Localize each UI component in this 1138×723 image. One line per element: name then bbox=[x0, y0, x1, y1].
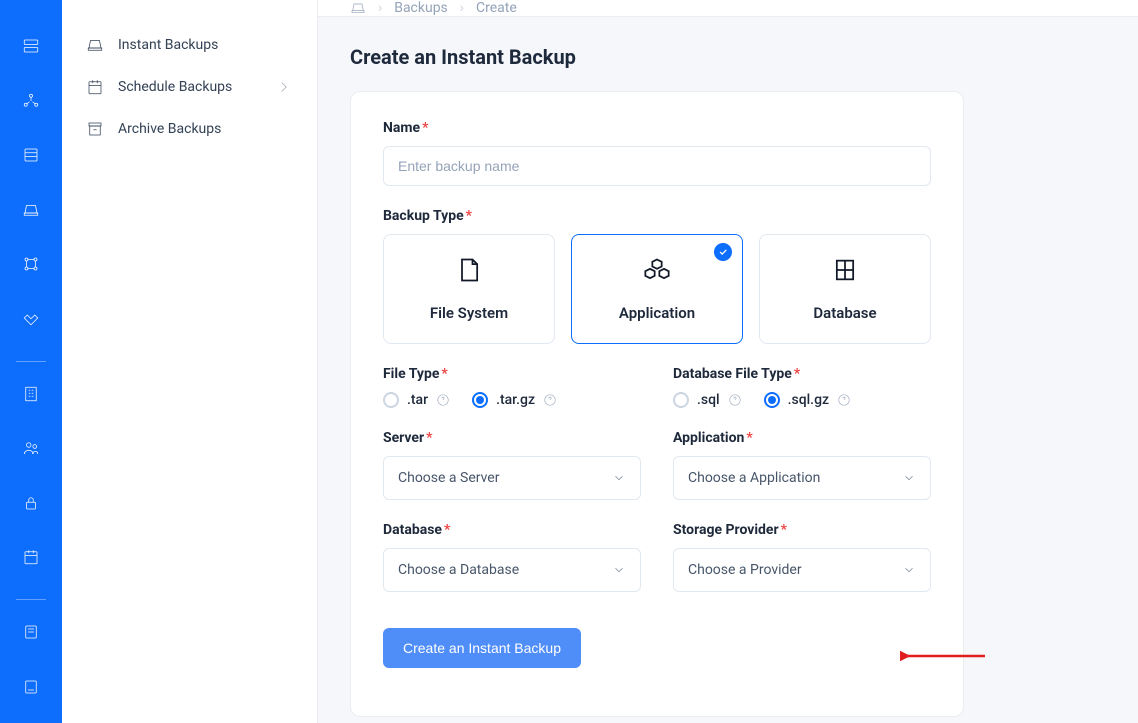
rail-cluster-icon[interactable] bbox=[11, 82, 51, 118]
chevron-down-icon bbox=[902, 563, 916, 577]
rail-docs-icon[interactable] bbox=[11, 614, 51, 650]
radio-targz[interactable]: .tar.gz bbox=[472, 392, 557, 408]
drive-icon bbox=[350, 0, 366, 16]
archive-icon bbox=[86, 120, 104, 138]
database-icon bbox=[831, 256, 859, 288]
breadcrumb: › Backups › Create bbox=[318, 0, 1138, 17]
rail-lock-icon[interactable] bbox=[11, 484, 51, 520]
chevron-down-icon bbox=[612, 471, 626, 485]
breadcrumb-sep: › bbox=[378, 0, 382, 16]
rail-calendar-icon[interactable] bbox=[11, 539, 51, 575]
rail-divider bbox=[16, 599, 46, 600]
help-icon bbox=[543, 393, 557, 407]
chevron-down-icon bbox=[902, 471, 916, 485]
submenu: Instant Backups Schedule Backups Archive… bbox=[62, 0, 318, 723]
breadcrumb-sep: › bbox=[460, 0, 464, 16]
boxes-icon bbox=[643, 256, 671, 288]
main: › Backups › Create Create an Instant Bac… bbox=[318, 0, 1138, 723]
calendar-icon bbox=[86, 78, 104, 96]
form-card: Name* Backup Type* File System Applic bbox=[350, 91, 964, 717]
application-label: Application* bbox=[673, 430, 931, 446]
type-filesystem[interactable]: File System bbox=[383, 234, 555, 344]
page-title: Create an Instant Backup bbox=[350, 45, 1106, 69]
submenu-item-label: Archive Backups bbox=[118, 121, 221, 137]
application-select[interactable]: Choose a Application bbox=[673, 456, 931, 500]
provider-select[interactable]: Choose a Provider bbox=[673, 548, 931, 592]
type-label: File System bbox=[430, 304, 508, 322]
drive-icon bbox=[86, 36, 104, 54]
type-label: Database bbox=[813, 304, 876, 322]
rail-building-icon[interactable] bbox=[11, 376, 51, 412]
submit-button[interactable]: Create an Instant Backup bbox=[383, 628, 581, 668]
rail-network-icon[interactable] bbox=[11, 246, 51, 282]
chevron-down-icon bbox=[612, 563, 626, 577]
type-label: Application bbox=[619, 304, 695, 322]
db-file-type-label: Database File Type* bbox=[673, 366, 931, 382]
submenu-item-label: Schedule Backups bbox=[118, 79, 232, 95]
name-input[interactable] bbox=[383, 146, 931, 186]
breadcrumb-backups[interactable]: Backups bbox=[394, 0, 448, 16]
submenu-instant-backups[interactable]: Instant Backups bbox=[62, 24, 317, 66]
server-select[interactable]: Choose a Server bbox=[383, 456, 641, 500]
help-icon bbox=[837, 393, 851, 407]
radio-sql[interactable]: .sql bbox=[673, 392, 742, 408]
submenu-item-label: Instant Backups bbox=[118, 37, 218, 53]
nav-rail bbox=[0, 0, 62, 723]
rail-divider bbox=[16, 361, 46, 362]
database-label: Database* bbox=[383, 522, 641, 538]
provider-label: Storage Provider* bbox=[673, 522, 931, 538]
name-label: Name* bbox=[383, 120, 931, 136]
help-icon bbox=[436, 393, 450, 407]
breadcrumb-create[interactable]: Create bbox=[476, 0, 517, 16]
rail-page-icon[interactable] bbox=[11, 669, 51, 705]
radio-tar[interactable]: .tar bbox=[383, 392, 450, 408]
submenu-archive-backups[interactable]: Archive Backups bbox=[62, 108, 317, 150]
check-icon bbox=[714, 243, 732, 261]
rail-handshake-icon[interactable] bbox=[11, 300, 51, 336]
backup-type-label: Backup Type* bbox=[383, 208, 931, 224]
database-select[interactable]: Choose a Database bbox=[383, 548, 641, 592]
radio-sqlgz[interactable]: .sql.gz bbox=[764, 392, 851, 408]
rail-list-icon[interactable] bbox=[11, 137, 51, 173]
file-type-label: File Type* bbox=[383, 366, 641, 382]
rail-team-icon[interactable] bbox=[11, 430, 51, 466]
submenu-schedule-backups[interactable]: Schedule Backups bbox=[62, 66, 317, 108]
file-icon bbox=[455, 256, 483, 288]
rail-dashboard-icon[interactable] bbox=[11, 28, 51, 64]
help-icon bbox=[728, 393, 742, 407]
type-application[interactable]: Application bbox=[571, 234, 743, 344]
server-label: Server* bbox=[383, 430, 641, 446]
rail-backup-icon[interactable] bbox=[11, 191, 51, 227]
chevron-right-icon bbox=[275, 78, 293, 96]
type-database[interactable]: Database bbox=[759, 234, 931, 344]
